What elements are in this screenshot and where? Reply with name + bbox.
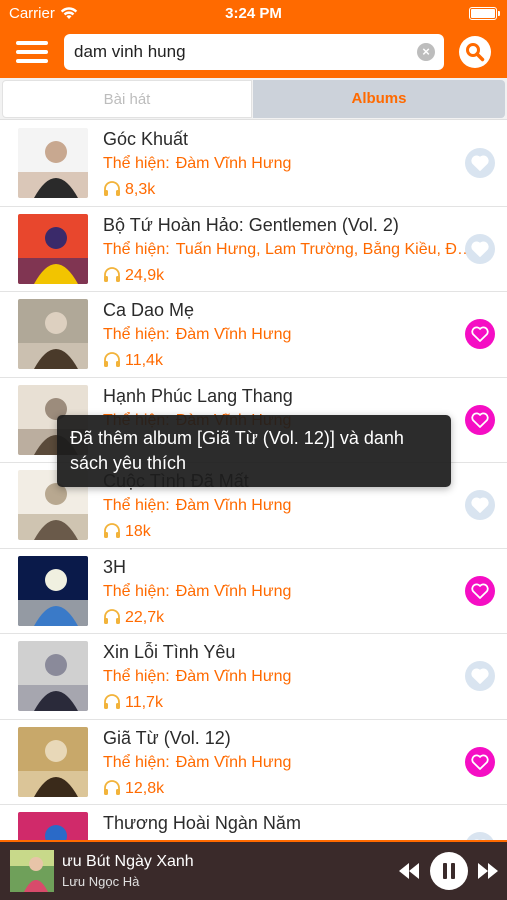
tab-songs[interactable]: Bài hát [2, 80, 252, 118]
tab-albums[interactable]: Albums [253, 80, 505, 118]
headphones-icon [104, 779, 120, 795]
headphones-icon [104, 694, 120, 709]
album-artist: Đàm Vĩnh Hưng [175, 326, 292, 343]
favorite-heart-icon[interactable] [465, 319, 495, 349]
hamburger-menu-icon[interactable] [16, 40, 48, 64]
play-count-value: 18k [125, 523, 151, 540]
status-bar: Carrier 3:24 PM [0, 0, 507, 26]
album-artist: Đàm Vĩnh Hưng [175, 753, 292, 771]
album-cover [18, 213, 88, 284]
favorite-heart-icon[interactable] [465, 404, 495, 435]
artist-prefix: Thể hiện: [103, 240, 170, 258]
album-cover [18, 641, 88, 711]
album-title: Ca Dao Mẹ [103, 300, 195, 320]
favorite-heart-icon[interactable] [465, 490, 495, 520]
album-play-count: 22,7k [103, 608, 164, 627]
artist-prefix: Thể hiện: [103, 155, 170, 172]
artist-prefix: Thể hiện: [103, 582, 170, 600]
album-artist: Đàm Vĩnh Hưng [175, 668, 292, 685]
artist-prefix: Thể hiện: [103, 668, 170, 685]
favorite-heart-icon[interactable] [465, 832, 495, 840]
favorite-heart-icon[interactable] [465, 233, 495, 264]
favorite-heart-icon[interactable] [465, 746, 495, 777]
search-input[interactable] [74, 34, 404, 70]
headphones-icon [104, 352, 120, 367]
headphones-icon [104, 608, 120, 624]
pause-icon[interactable] [430, 852, 468, 890]
player-album-art [10, 850, 54, 892]
player-artist: Lưu Ngọc Hà [62, 874, 140, 889]
play-count-value: 8,3k [125, 181, 156, 198]
play-count-value: 22,7k [125, 608, 165, 626]
album-artist-line: Thể hiện: Đàm Vĩnh Hưng [103, 754, 473, 772]
album-row[interactable]: Bộ Tứ Hoàn Hảo: Gentlemen (Vol. 2) Thể hi… [0, 206, 507, 292]
album-cover [18, 812, 88, 840]
album-play-count: 11,7k [103, 693, 163, 712]
album-row[interactable]: Thương Hoài Ngàn Năm [0, 805, 507, 840]
headphones-icon [104, 266, 120, 282]
album-play-count: 11,4k [103, 351, 163, 370]
album-artist-line: Thể hiện: Đàm Vĩnh Hưng [103, 583, 473, 601]
status-time: 3:24 PM [225, 5, 282, 22]
album-play-count: 8,3k [103, 180, 155, 199]
play-count-value: 12,8k [125, 779, 165, 797]
search-icon[interactable] [459, 36, 491, 68]
favorite-heart-icon[interactable] [465, 148, 495, 178]
headphones-icon [104, 181, 120, 196]
album-title: Xin Lỗi Tình Yêu [103, 642, 236, 662]
previous-icon[interactable] [398, 862, 420, 880]
player-song-title: ưu Bút Ngày Xanh [62, 853, 194, 870]
album-title: Bộ Tứ Hoàn Hảo: Gentlemen (Vol. 2) [103, 214, 399, 235]
album-artist: Đàm Vĩnh Hưng [175, 582, 292, 600]
battery-icon [469, 7, 500, 20]
next-icon[interactable] [477, 862, 499, 880]
album-cover [18, 555, 88, 626]
search-box: × [64, 34, 444, 70]
album-cover [18, 726, 88, 797]
artist-prefix: Thể hiện: [103, 497, 170, 514]
clear-icon[interactable]: × [417, 43, 435, 61]
album-row[interactable]: Góc Khuất Thể hiện: Đàm Vĩnh Hưng 8,3k [0, 121, 507, 207]
header-bar: Carrier 3:24 PM × [0, 0, 507, 78]
album-artist-line: Thể hiện: Đàm Vĩnh Hưng [103, 668, 473, 686]
album-artist-line: Thể hiện: Đàm Vĩnh Hưng [103, 497, 473, 515]
album-artist: Đàm Vĩnh Hưng [175, 497, 292, 514]
favorite-heart-icon[interactable] [465, 661, 495, 691]
tab-bar: Bài hát Albums [0, 78, 507, 120]
favorite-heart-icon[interactable] [465, 575, 495, 606]
play-count-value: 11,7k [125, 694, 163, 711]
mini-player[interactable]: ưu Bút Ngày Xanh Lưu Ngọc Hà [0, 840, 507, 900]
album-cover [18, 299, 88, 369]
album-play-count: 24,9k [103, 266, 164, 285]
album-cover [18, 128, 88, 198]
album-title: Thương Hoài Ngàn Năm [103, 813, 301, 833]
album-artist-line: Thể hiện: Đàm Vĩnh Hưng [103, 326, 473, 344]
album-play-count: 18k [103, 522, 151, 541]
album-row[interactable]: 3H Thể hiện: Đàm Vĩnh Hưng 22,7k [0, 548, 507, 634]
album-title: Giã Từ (Vol. 12) [103, 727, 231, 748]
album-row[interactable]: Giã Từ (Vol. 12) Thể hiện: Đàm Vĩnh Hưng 12… [0, 719, 507, 805]
album-title: Hạnh Phúc Lang Thang [103, 385, 293, 406]
album-play-count: 12,8k [103, 779, 164, 798]
artist-prefix: Thể hiện: [103, 326, 170, 343]
play-count-value: 24,9k [125, 266, 165, 284]
play-count-value: 11,4k [125, 352, 163, 369]
headphones-icon [104, 523, 120, 538]
album-artist: Tuấn Hưng, Lam Trường, Bằng Kiều, Đàm Vĩ… [175, 240, 473, 258]
toast-message: Đã thêm album [Giã Từ (Vol. 12)] và danh… [57, 415, 451, 487]
album-artist-line: Thể hiện: Tuấn Hưng, Lam Trường, Bằng Kiề… [103, 241, 473, 259]
album-title: Góc Khuất [103, 129, 189, 149]
artist-prefix: Thể hiện: [103, 753, 170, 771]
album-artist-line: Thể hiện: Đàm Vĩnh Hưng [103, 155, 473, 173]
album-artist: Đàm Vĩnh Hưng [175, 155, 292, 172]
app-screen: Carrier 3:24 PM × Bài hát Albums Gó [0, 0, 507, 900]
album-title: 3H [103, 556, 127, 577]
album-row[interactable]: Ca Dao Mẹ Thể hiện: Đàm Vĩnh Hưng 11,4k [0, 292, 507, 378]
album-row[interactable]: Xin Lỗi Tình Yêu Thể hiện: Đàm Vĩnh Hưng 11… [0, 634, 507, 720]
